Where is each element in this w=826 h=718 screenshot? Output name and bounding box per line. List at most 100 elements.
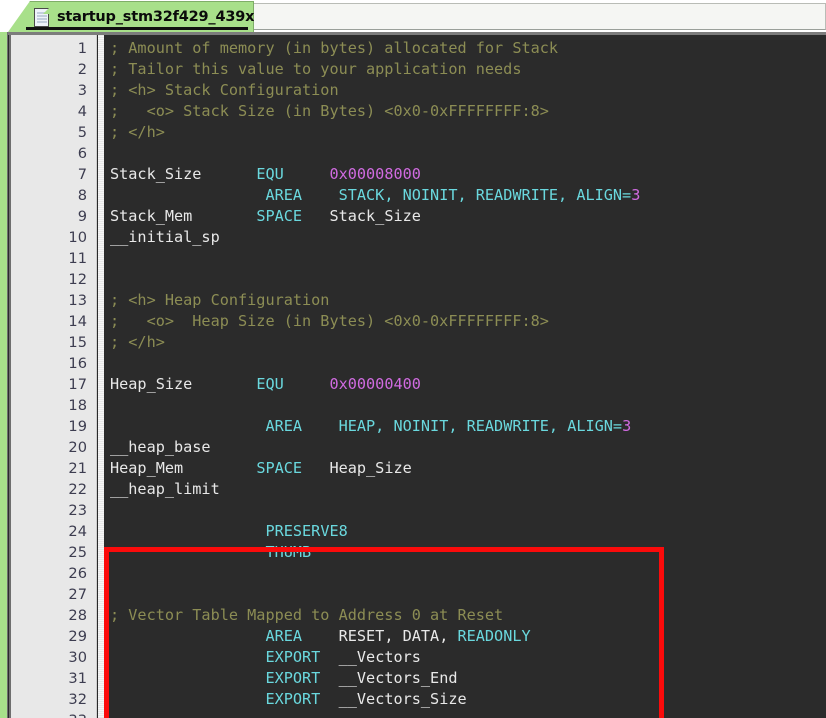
line-number: 16	[68, 355, 87, 372]
code-line[interactable]	[104, 269, 826, 290]
line-number: 31	[68, 670, 87, 687]
token-id: Stack_Size	[329, 207, 421, 225]
code-line[interactable]: THUMB	[104, 542, 826, 563]
line-number: 1	[77, 40, 87, 57]
code-line[interactable]: AREA RESET, DATA, READONLY	[104, 626, 826, 647]
line-number: 26	[68, 565, 87, 582]
token-kw: HEAP, NOINIT, READWRITE, ALIGN=	[338, 417, 623, 435]
line-number: 23	[68, 502, 87, 519]
code-line[interactable]: Heap_Mem SPACE Heap_Size	[104, 458, 826, 479]
line-number: 15	[68, 334, 87, 351]
token-id: Stack_Size	[110, 165, 202, 183]
code-line[interactable]: ; <o> Heap Size (in Bytes) <0x0-0xFFFFFF…	[104, 311, 826, 332]
code-line[interactable]: PRESERVE8	[104, 521, 826, 542]
code-editor[interactable]: 1 2 3 4 5 6 7 8 9 10 11 12 13 14 15 16 17 18 19 20 21 22 23 24 2…	[9, 35, 826, 718]
code-line[interactable]: __heap_base	[104, 437, 826, 458]
line-number: 21	[68, 460, 87, 477]
code-line[interactable]: AREA HEAP, NOINIT, READWRITE, ALIGN=3	[104, 416, 826, 437]
code-line[interactable]: ; </h>	[104, 122, 826, 143]
token-kw: EXPORT	[265, 669, 321, 687]
line-number: 6	[77, 145, 87, 162]
code-line[interactable]: Stack_Mem SPACE Stack_Size	[104, 206, 826, 227]
token-kw: SPACE	[256, 459, 303, 477]
code-line[interactable]	[104, 143, 826, 164]
token-comment: ; Amount of memory (in bytes) allocated …	[110, 39, 559, 57]
tab-active-underline	[26, 27, 248, 30]
code-line[interactable]: EXPORT __Vectors_Size	[104, 689, 826, 710]
token-kw: EQU	[256, 375, 284, 393]
left-edge-strip	[0, 32, 8, 718]
code-line[interactable]	[104, 395, 826, 416]
code-line[interactable]: ; <h> Stack Configuration	[104, 80, 826, 101]
line-number: 14	[68, 313, 87, 330]
code-line[interactable]: EXPORT __Vectors_End	[104, 668, 826, 689]
token-kw: THUMB	[265, 543, 312, 561]
token-num: 0x00008000	[329, 165, 421, 183]
tab-bar-empty-area	[252, 3, 826, 30]
code-line[interactable]	[104, 353, 826, 374]
token-id: __Vectors_Size	[338, 690, 467, 708]
code-line[interactable]: EXPORT __Vectors	[104, 647, 826, 668]
token-comment: ; Tailor this value to your application …	[110, 60, 522, 78]
line-number: 7	[77, 166, 87, 183]
line-number: 5	[77, 124, 87, 141]
line-number: 19	[68, 418, 87, 435]
line-number: 2	[77, 61, 87, 78]
token-comment: ; <o> Heap Size (in Bytes) <0x0-0xFFFFFF…	[110, 312, 549, 330]
line-number: 32	[68, 691, 87, 708]
line-number: 27	[68, 586, 87, 603]
tab-title: startup_stm32f429_439xx.s	[57, 9, 278, 25]
line-number: 4	[77, 103, 87, 120]
token-id: RESET, DATA,	[338, 627, 458, 645]
code-line[interactable]: ; Amount of memory (in bytes) allocated …	[104, 38, 826, 59]
code-line[interactable]	[104, 500, 826, 521]
line-number: 30	[68, 649, 87, 666]
token-num: 0x00000400	[329, 375, 421, 393]
code-line[interactable]: ; <h> Heap Configuration	[104, 290, 826, 311]
code-line[interactable]: ; <o> Stack Size (in Bytes) <0x0-0xFFFFF…	[104, 101, 826, 122]
code-line[interactable]: ; Tailor this value to your application …	[104, 59, 826, 80]
line-number-list: 1 2 3 4 5 6 7 8 9 10 11 12 13 14 15 16 17 18 19 20 21 22 23 24 2…	[11, 38, 96, 718]
code-line[interactable]	[104, 710, 826, 718]
code-line[interactable]: ; Vector Table Mapped to Address 0 at Re…	[104, 605, 826, 626]
token-comment: ; <h> Stack Configuration	[110, 81, 339, 99]
token-kw: PRESERVE8	[265, 522, 348, 540]
code-line[interactable]: ; </h>	[104, 332, 826, 353]
line-number: 8	[77, 187, 87, 204]
code-line[interactable]: Heap_Size EQU 0x00000400	[104, 374, 826, 395]
token-id: __initial_sp	[110, 228, 220, 246]
code-line-list[interactable]: ; Amount of memory (in bytes) allocated …	[104, 38, 826, 718]
code-line[interactable]	[104, 248, 826, 269]
code-line[interactable]: AREA STACK, NOINIT, READWRITE, ALIGN=3	[104, 185, 826, 206]
line-number: 3	[77, 82, 87, 99]
code-content[interactable]: ; Amount of memory (in bytes) allocated …	[104, 35, 826, 718]
code-line[interactable]: __initial_sp	[104, 227, 826, 248]
code-line[interactable]: Stack_Size EQU 0x00008000	[104, 164, 826, 185]
file-document-icon	[34, 7, 49, 27]
token-comment: ; </h>	[110, 123, 165, 141]
code-line[interactable]	[104, 584, 826, 605]
line-number: 22	[68, 481, 87, 498]
line-number: 20	[68, 439, 87, 456]
tab-bar: startup_stm32f429_439xx.s	[0, 0, 826, 32]
line-number: 10	[68, 229, 87, 246]
token-comment: ; <h> Heap Configuration	[110, 291, 330, 309]
token-kw: EQU	[256, 165, 284, 183]
token-num: 3	[622, 417, 632, 435]
code-line[interactable]	[104, 563, 826, 584]
token-id: __heap_base	[110, 438, 211, 456]
code-line[interactable]: __heap_limit	[104, 479, 826, 500]
line-number: 11	[68, 250, 87, 267]
